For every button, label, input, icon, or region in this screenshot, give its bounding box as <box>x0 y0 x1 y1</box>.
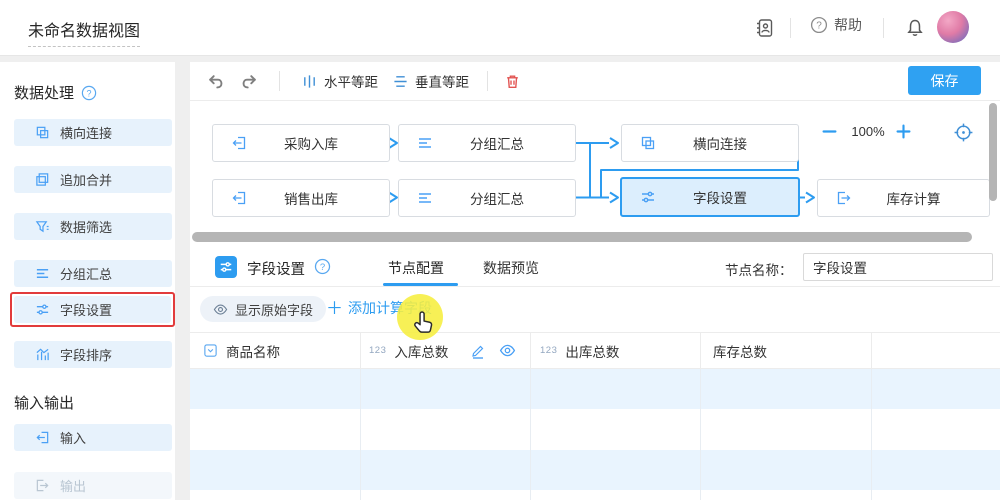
save-button[interactable]: 保存 <box>908 66 981 95</box>
redo-button[interactable] <box>240 71 259 91</box>
node-name-input[interactable] <box>803 253 993 281</box>
delete-node-button[interactable] <box>504 71 521 91</box>
output-icon <box>836 190 852 206</box>
column-header-product-name: 商品名称 <box>190 333 361 368</box>
svg-text:?: ? <box>87 88 92 98</box>
input-icon <box>231 135 247 151</box>
sliders-icon <box>35 302 50 317</box>
node-purchase-inbound[interactable]: 采购入库 <box>212 124 390 162</box>
canvas-horizontal-scrollbar[interactable] <box>192 232 972 242</box>
number-field-type-icon: 123 <box>369 345 386 356</box>
node-field-settings[interactable]: 字段设置 <box>620 177 800 217</box>
append-icon <box>35 172 50 187</box>
toggle-visibility-eye-icon[interactable] <box>499 342 516 359</box>
sliders-icon <box>640 189 656 205</box>
config-panel-header: 字段设置 ? 节点配置 数据预览 节点名称： <box>190 248 1000 287</box>
table-row <box>190 490 1000 500</box>
flow-edges <box>190 100 1000 248</box>
number-field-type-icon: 123 <box>540 345 557 356</box>
filter-icon <box>35 219 50 234</box>
field-actions-row: 显示原始字段 ＋ 添加计算字段 <box>190 286 1000 332</box>
text-field-type-icon <box>203 343 218 358</box>
tab-node-config[interactable]: 节点配置 <box>388 258 444 278</box>
avatar[interactable] <box>937 11 969 43</box>
show-original-fields-button[interactable]: 显示原始字段 <box>200 296 326 322</box>
canvas-vertical-scrollbar[interactable] <box>989 103 997 201</box>
column-header-outbound-total: 123 出库总数 <box>531 333 701 368</box>
sidebar-section-input-output: 输入输出 <box>14 392 74 413</box>
plus-icon: ＋ <box>326 300 343 317</box>
sort-chart-icon <box>35 347 50 362</box>
sidebar-item-append-merge[interactable]: 追加合并 <box>14 166 172 193</box>
app-root: 未命名数据视图 ? 帮助 <box>0 0 1000 500</box>
group-icon <box>417 190 433 206</box>
sidebar-item-data-filter[interactable]: 数据筛选 <box>14 213 172 240</box>
app-header: 未命名数据视图 ? 帮助 <box>0 0 1000 56</box>
table-row <box>190 369 1000 409</box>
column-header-empty <box>872 333 1000 368</box>
toolbar-divider <box>279 71 280 91</box>
vertical-spacing-icon <box>393 74 408 89</box>
node-inventory-calc[interactable]: 库存计算 <box>817 179 990 217</box>
zoom-out-button[interactable] <box>820 122 839 141</box>
column-header-inbound-total: 123 入库总数 <box>361 333 531 368</box>
output-icon <box>35 478 50 493</box>
flow-canvas: 采购入库 分组汇总 销售出库 <box>190 100 1000 248</box>
zoom-level: 100% <box>845 124 891 139</box>
section-help-icon[interactable]: ? <box>81 85 97 101</box>
sidebar-item-output[interactable]: 输出 <box>14 472 172 499</box>
toolbar-divider <box>487 71 488 91</box>
table-row <box>190 409 1000 450</box>
page-title[interactable]: 未命名数据视图 <box>28 17 140 47</box>
header-divider <box>883 18 884 38</box>
input-icon <box>231 190 247 206</box>
sidebar-item-field-settings[interactable]: 字段设置 <box>14 296 171 323</box>
table-row <box>190 450 1000 490</box>
eye-icon <box>213 302 228 317</box>
contact-directory-icon[interactable] <box>752 15 778 41</box>
edit-field-pencil-icon[interactable] <box>470 343 486 359</box>
join-icon <box>640 135 656 151</box>
field-settings-badge-icon <box>215 256 237 278</box>
sidebar: 数据处理 ? 横向连接 追加合并 <box>0 62 175 500</box>
column-header-inventory-total: 库存总数 <box>701 333 872 368</box>
join-icon <box>35 125 50 140</box>
canvas-toolbar: 水平等距 垂直等距 保存 <box>190 62 1000 101</box>
zoom-in-button[interactable] <box>894 122 913 141</box>
input-icon <box>35 430 50 445</box>
tab-data-preview[interactable]: 数据预览 <box>483 258 539 278</box>
node-group-summary-1[interactable]: 分组汇总 <box>398 124 576 162</box>
vertical-spacing-button[interactable]: 垂直等距 <box>393 71 469 91</box>
fit-view-crosshair-icon[interactable] <box>953 122 974 143</box>
highlighted-item-outline: 字段设置 <box>10 292 175 327</box>
help-button[interactable]: ? 帮助 <box>810 15 862 35</box>
header-divider <box>790 18 791 38</box>
group-icon <box>35 266 50 281</box>
group-icon <box>417 135 433 151</box>
horizontal-spacing-icon <box>302 74 317 89</box>
sidebar-section-data-processing: 数据处理 ? <box>14 82 97 103</box>
svg-text:?: ? <box>816 21 822 32</box>
sidebar-item-horizontal-join[interactable]: 横向连接 <box>14 119 172 146</box>
svg-text:?: ? <box>320 262 325 273</box>
help-icon: ? <box>810 16 828 34</box>
panel-title: 字段设置 <box>247 258 305 279</box>
sidebar-item-input[interactable]: 输入 <box>14 424 172 451</box>
node-horizontal-join[interactable]: 横向连接 <box>621 124 799 162</box>
sidebar-item-field-sort[interactable]: 字段排序 <box>14 341 172 368</box>
node-sales-outbound[interactable]: 销售出库 <box>212 179 390 217</box>
horizontal-spacing-button[interactable]: 水平等距 <box>302 71 378 91</box>
node-group-summary-2[interactable]: 分组汇总 <box>398 179 576 217</box>
sidebar-item-group-summary[interactable]: 分组汇总 <box>14 260 172 287</box>
main-area: 水平等距 垂直等距 保存 <box>190 62 1000 500</box>
add-calculated-field-button[interactable]: ＋ 添加计算字段 <box>326 298 432 318</box>
panel-help-icon[interactable]: ? <box>314 258 331 275</box>
preview-table-header: 商品名称 123 入库总数 <box>190 332 1000 369</box>
notifications-bell-icon[interactable] <box>902 15 928 41</box>
undo-button[interactable] <box>206 71 225 91</box>
help-label: 帮助 <box>834 15 862 35</box>
node-name-label: 节点名称： <box>725 259 793 279</box>
